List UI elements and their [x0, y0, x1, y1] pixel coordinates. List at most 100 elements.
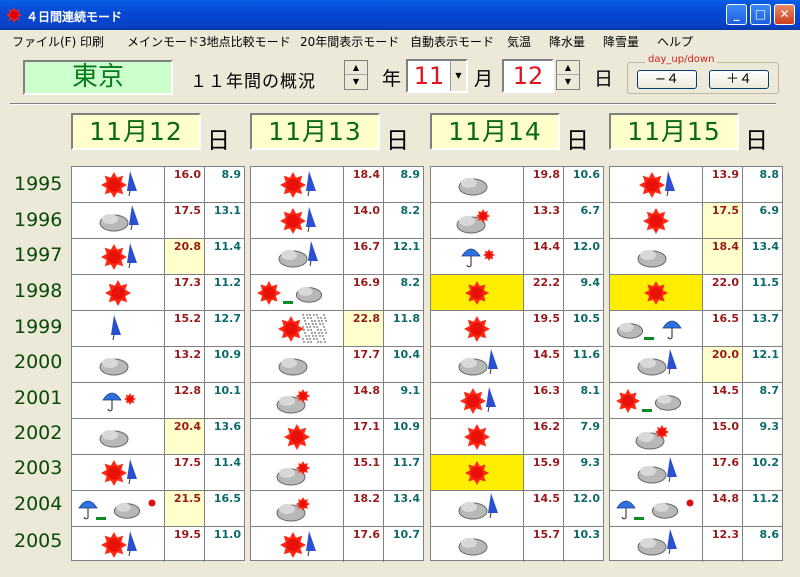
menu-bar: ファイル(F) 印刷 メインモード 3地点比較モード 20年間表示モード 自動表…: [0, 30, 800, 50]
table-row[interactable]: 15.1 11.7: [251, 455, 423, 491]
year-label: 2004: [14, 493, 63, 515]
table-row[interactable]: 17.5 6.9: [610, 203, 782, 239]
table-row[interactable]: 12.3 8.6: [610, 527, 782, 563]
table-row[interactable]: 22.0 11.5: [610, 275, 782, 311]
year-label: 1998: [14, 280, 63, 302]
spin-down-icon[interactable]: ▼: [345, 75, 367, 89]
date-header: 11月12: [71, 113, 201, 150]
min-temp: 11.7: [383, 455, 423, 490]
min-temp: 6.7: [563, 203, 603, 238]
spin-up-icon[interactable]: ▲: [557, 61, 579, 75]
max-temp: 13.3: [523, 203, 563, 238]
table-row[interactable]: 22.8 11.8: [251, 311, 423, 347]
weather-icon: [610, 347, 702, 382]
year-spinner[interactable]: ▲ ▼: [344, 60, 368, 90]
menu-print[interactable]: 印刷: [80, 33, 104, 50]
table-row[interactable]: 16.3 8.1: [431, 383, 603, 419]
minimize-button[interactable]: _: [726, 4, 747, 25]
min-temp: 6.9: [742, 203, 782, 238]
table-row[interactable]: 21.5 16.5: [72, 491, 244, 527]
table-row[interactable]: 14.5 8.7: [610, 383, 782, 419]
table-row[interactable]: 22.2 9.4: [431, 275, 603, 311]
spin-down-icon[interactable]: ▼: [557, 75, 579, 89]
table-row[interactable]: 19.8 10.6: [431, 167, 603, 203]
table-row[interactable]: 18.2 13.4: [251, 491, 423, 527]
table-row[interactable]: 16.7 12.1: [251, 239, 423, 275]
menu-3point-mode[interactable]: 3地点比較モード: [199, 33, 291, 50]
table-row[interactable]: 17.5 11.4: [72, 455, 244, 491]
table-row[interactable]: 15.2 12.7: [72, 311, 244, 347]
table-row[interactable]: 15.0 9.3: [610, 419, 782, 455]
max-temp: 18.4: [343, 167, 383, 202]
weather-icon: [431, 347, 523, 382]
table-row[interactable]: 13.2 10.9: [72, 347, 244, 383]
table-row[interactable]: 14.8 9.1: [251, 383, 423, 419]
weather-icon: [251, 347, 343, 382]
max-temp: 19.5: [523, 311, 563, 346]
max-temp: 14.0: [343, 203, 383, 238]
min-temp: 12.0: [563, 239, 603, 274]
max-temp: 17.7: [343, 347, 383, 382]
table-row[interactable]: 13.9 8.8: [610, 167, 782, 203]
close-button[interactable]: ✕: [774, 4, 795, 25]
table-row[interactable]: 12.8 10.1: [72, 383, 244, 419]
table-row[interactable]: 17.5 13.1: [72, 203, 244, 239]
table-row[interactable]: 20.4 13.6: [72, 419, 244, 455]
weather-icon: [251, 275, 343, 310]
minus-four-button[interactable]: −４: [637, 70, 697, 89]
table-row[interactable]: 15.9 9.3: [431, 455, 603, 491]
plus-four-button[interactable]: ＋４: [709, 70, 769, 89]
table-row[interactable]: 14.4 12.0: [431, 239, 603, 275]
table-row[interactable]: 18.4 8.9: [251, 167, 423, 203]
weather-icon: [72, 527, 164, 562]
sun-app-icon: [6, 7, 22, 23]
day-field[interactable]: 12: [502, 59, 554, 93]
month-select[interactable]: 11 ▼: [406, 59, 468, 93]
chevron-down-icon[interactable]: ▼: [450, 61, 466, 91]
menu-file[interactable]: ファイル(F): [12, 33, 76, 50]
max-temp: 17.6: [702, 455, 742, 490]
weather-icon: [251, 203, 343, 238]
table-row[interactable]: 18.4 13.4: [610, 239, 782, 275]
menu-auto-mode[interactable]: 自動表示モード: [410, 33, 494, 50]
weather-icon: [251, 311, 343, 346]
min-temp: 12.7: [204, 311, 244, 346]
max-temp: 21.5: [164, 491, 204, 526]
table-row[interactable]: 16.9 8.2: [251, 275, 423, 311]
table-row[interactable]: 20.0 12.1: [610, 347, 782, 383]
table-row[interactable]: 17.1 10.9: [251, 419, 423, 455]
min-temp: 8.7: [742, 383, 782, 418]
table-row[interactable]: 17.6 10.2: [610, 455, 782, 491]
table-row[interactable]: 15.7 10.3: [431, 527, 603, 563]
weather-icon: [431, 383, 523, 418]
table-row[interactable]: 14.5 12.0: [431, 491, 603, 527]
year-label: 1997: [14, 244, 63, 266]
max-temp: 16.3: [523, 383, 563, 418]
spin-up-icon[interactable]: ▲: [345, 61, 367, 75]
table-row[interactable]: 17.6 10.7: [251, 527, 423, 563]
table-row[interactable]: 14.5 11.6: [431, 347, 603, 383]
menu-precipitation[interactable]: 降水量: [549, 33, 585, 50]
max-temp: 12.8: [164, 383, 204, 418]
table-row[interactable]: 16.2 7.9: [431, 419, 603, 455]
table-row[interactable]: 19.5 10.5: [431, 311, 603, 347]
table-row[interactable]: 17.3 11.2: [72, 275, 244, 311]
menu-help[interactable]: ヘルプ: [657, 33, 693, 50]
menu-snowfall[interactable]: 降雪量: [603, 33, 639, 50]
table-row[interactable]: 13.3 6.7: [431, 203, 603, 239]
table-row[interactable]: 16.5 13.7: [610, 311, 782, 347]
menu-temperature[interactable]: 気温: [507, 33, 531, 50]
day-spinner[interactable]: ▲ ▼: [556, 60, 580, 90]
table-row[interactable]: 20.8 11.4: [72, 239, 244, 275]
menu-main-mode[interactable]: メインモード: [127, 33, 199, 50]
day-column: 19.8 10.6 13.3 6.7 14.4 12.0 22.2 9.4 19.5 10.5 14…: [430, 166, 604, 563]
table-row[interactable]: 17.7 10.4: [251, 347, 423, 383]
menu-20year-mode[interactable]: 20年間表示モード: [300, 33, 399, 50]
table-row[interactable]: 16.0 8.9: [72, 167, 244, 203]
table-row[interactable]: 19.5 11.0: [72, 527, 244, 563]
maximize-button[interactable]: □: [750, 4, 771, 25]
separator: [10, 103, 776, 105]
table-row[interactable]: 14.0 8.2: [251, 203, 423, 239]
month-value: 11: [413, 62, 445, 90]
table-row[interactable]: 14.8 11.2: [610, 491, 782, 527]
